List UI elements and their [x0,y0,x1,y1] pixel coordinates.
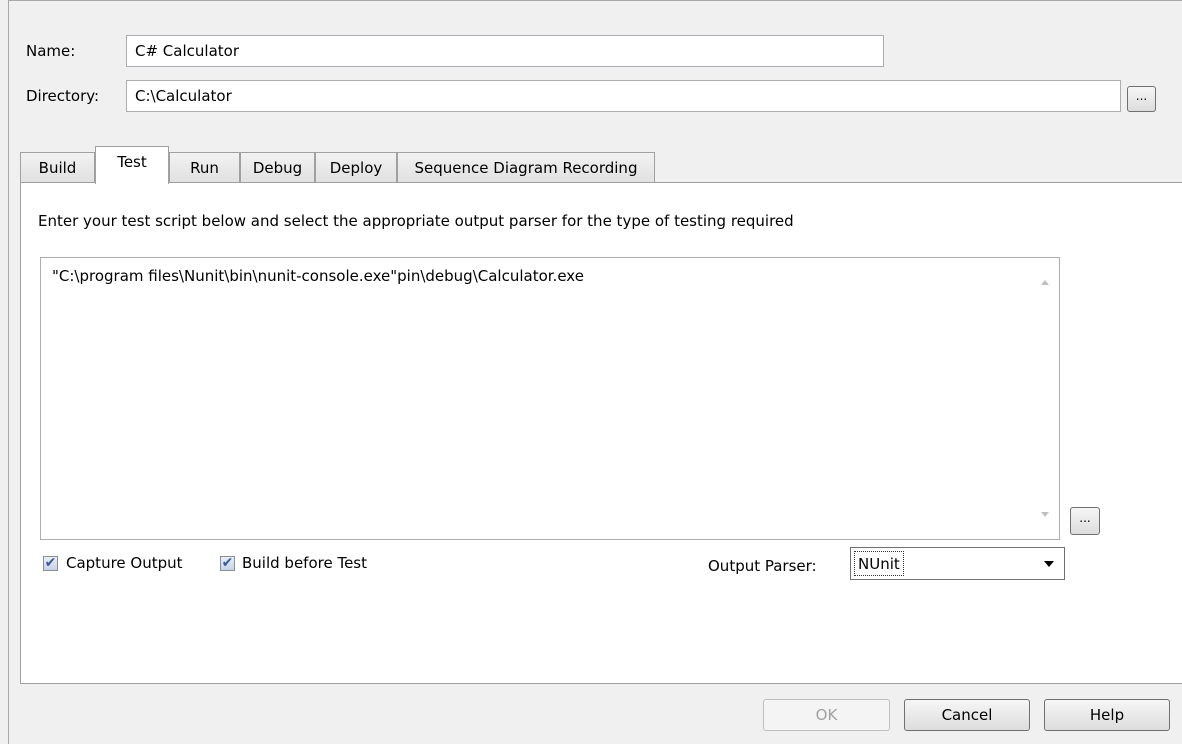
build-before-test-label: Build before Test [242,554,368,572]
build-before-test-checkbox[interactable]: ✔ [220,555,235,571]
browse-directory-button[interactable]: ... [1127,86,1156,112]
tab-deploy[interactable]: Deploy [315,152,397,182]
test-script-text: "C:\program files\Nunit\bin\nunit-consol… [52,267,584,285]
directory-label: Directory: [26,87,100,105]
checkmark-icon: ✔ [44,555,57,571]
name-field[interactable]: C# Calculator [126,35,884,67]
test-script-textarea[interactable]: "C:\program files\Nunit\bin\nunit-consol… [40,257,1060,540]
scroll-down-arrow-icon[interactable] [1041,512,1049,517]
dropdown-arrow-icon [1044,561,1054,567]
directory-field[interactable]: C:\Calculator [126,80,1121,112]
scroll-up-arrow-icon[interactable] [1041,280,1049,285]
tab-sequence-diagram-recording[interactable]: Sequence Diagram Recording [397,152,655,182]
ok-button[interactable]: OK [763,699,890,731]
cancel-button[interactable]: Cancel [904,699,1030,731]
output-parser-value: NUnit [854,551,904,576]
help-button[interactable]: Help [1044,699,1170,731]
tab-test[interactable]: Test [95,146,169,184]
output-parser-select[interactable]: NUnit [850,547,1065,580]
checkmark-icon: ✔ [221,555,234,571]
tab-build[interactable]: Build [20,152,95,182]
test-instructions: Enter your test script below and select … [38,212,794,230]
name-label: Name: [26,42,76,60]
tab-run[interactable]: Run [169,152,240,182]
script-scrollbar[interactable] [1031,258,1059,539]
tab-debug[interactable]: Debug [240,152,315,182]
capture-output-label: Capture Output [66,554,183,572]
output-parser-label: Output Parser: [708,557,817,575]
capture-output-checkbox[interactable]: ✔ [43,555,58,571]
script-browse-button[interactable]: ... [1070,507,1100,535]
